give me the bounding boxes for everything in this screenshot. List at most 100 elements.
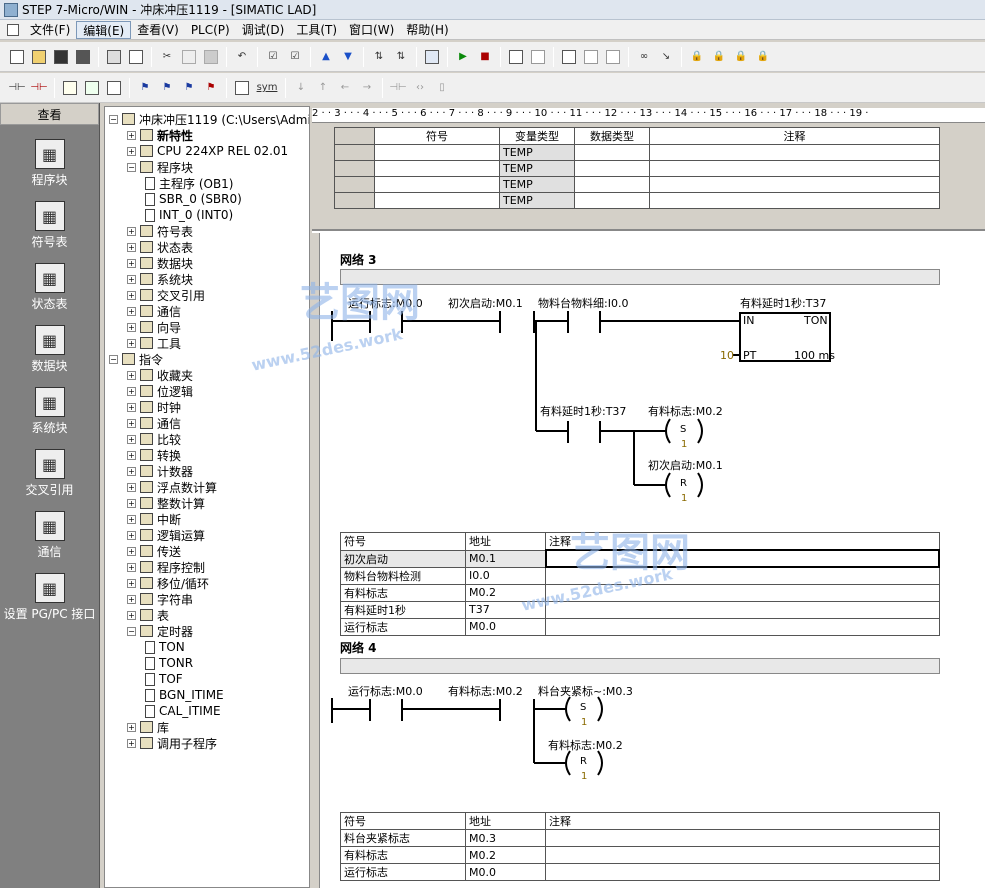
nav-item[interactable]: ▦ 系统块 xyxy=(0,387,99,435)
save-icon[interactable] xyxy=(52,48,70,66)
menu-debug[interactable]: 调试(D) xyxy=(236,21,291,39)
expand-icon[interactable]: − xyxy=(127,162,136,172)
tree-item[interactable]: + 收藏夹 xyxy=(127,367,193,383)
save-all-icon[interactable] xyxy=(74,48,92,66)
copy-icon[interactable] xyxy=(180,48,198,66)
nav-item[interactable]: ▦ 符号表 xyxy=(0,201,99,249)
menu-file[interactable]: 文件(F) xyxy=(24,21,76,39)
expand-icon[interactable]: + xyxy=(127,594,136,604)
contact-label[interactable]: 运行标志:M0.0 xyxy=(348,683,423,699)
comment-cell[interactable] xyxy=(545,863,940,881)
sort-desc-icon[interactable]: ⇅ xyxy=(392,48,410,66)
tree-item[interactable]: BGN_ITIME xyxy=(145,687,224,703)
comment-cell[interactable] xyxy=(545,829,940,847)
expand-icon[interactable]: + xyxy=(127,274,136,284)
expand-icon[interactable]: − xyxy=(109,114,118,124)
table-row[interactable]: 运行标志 M0.0 xyxy=(340,617,940,636)
tree-item[interactable]: + CPU 224XP REL 02.01 xyxy=(127,143,288,159)
expand-icon[interactable]: + xyxy=(127,322,136,332)
expand-icon[interactable]: + xyxy=(127,258,136,268)
comment-cell[interactable] xyxy=(545,846,940,864)
stop-icon[interactable]: ■ xyxy=(476,48,494,66)
toggle-poi-icon[interactable] xyxy=(61,79,79,97)
expand-icon[interactable]: − xyxy=(127,626,136,636)
line-up-icon[interactable]: ↑ xyxy=(314,79,332,97)
expand-icon[interactable]: + xyxy=(127,482,136,492)
table-row[interactable]: 有料延时1秒 T37 xyxy=(340,600,940,619)
network-4-comment-bar[interactable] xyxy=(340,658,940,674)
table-row[interactable]: 有料标志 M0.2 xyxy=(340,846,940,864)
new-icon[interactable] xyxy=(8,48,26,66)
tree-item[interactable]: + 符号表 xyxy=(127,223,193,239)
expand-icon[interactable]: + xyxy=(127,226,136,236)
force-icon[interactable]: ↘ xyxy=(657,48,675,66)
compile-icon[interactable]: ☑ xyxy=(264,48,282,66)
expand-icon[interactable]: + xyxy=(127,130,136,140)
tree-item[interactable]: + 向导 xyxy=(127,319,181,335)
timer-preset[interactable]: 10 xyxy=(720,349,734,362)
insert-network-icon[interactable]: ⊣⊢ xyxy=(8,79,26,97)
expand-icon[interactable]: + xyxy=(127,306,136,316)
tree-item[interactable]: + 比较 xyxy=(127,431,181,447)
expand-icon[interactable]: + xyxy=(127,242,136,252)
tree-item[interactable]: CAL_ITIME xyxy=(145,703,221,719)
comment-cell[interactable] xyxy=(545,617,940,636)
table-row[interactable]: 料台夹紧标志 M0.3 xyxy=(340,829,940,847)
tree-item[interactable]: TON xyxy=(145,639,185,655)
tree-item[interactable]: − 定时器 xyxy=(127,623,193,639)
timer-label[interactable]: 有料延时1秒:T37 xyxy=(740,295,826,311)
sort-asc-icon[interactable]: ⇅ xyxy=(370,48,388,66)
toggle-symbol-icon[interactable] xyxy=(83,79,101,97)
chart-status-icon[interactable] xyxy=(560,48,578,66)
sym-icon[interactable]: sym xyxy=(255,79,279,97)
tree-item[interactable]: + 工具 xyxy=(127,335,181,351)
tree-item[interactable]: + 浮点数计算 xyxy=(127,479,217,495)
upload-icon[interactable]: ▲ xyxy=(317,48,335,66)
tree-item[interactable]: + 新特性 xyxy=(127,127,193,143)
coil-icon[interactable]: ‹› xyxy=(411,79,429,97)
write-all-icon[interactable] xyxy=(604,48,622,66)
tree-item[interactable]: TOF xyxy=(145,671,183,687)
tree-item[interactable]: − 指令 xyxy=(109,351,163,367)
tree-item[interactable]: + 传送 xyxy=(127,543,181,559)
tree-item[interactable]: + 计数器 xyxy=(127,463,193,479)
expand-icon[interactable]: + xyxy=(127,418,136,428)
tree-item[interactable]: + 逻辑运算 xyxy=(127,527,205,543)
expand-icon[interactable]: + xyxy=(127,402,136,412)
unforce-all-icon[interactable]: 🔒 xyxy=(754,48,772,66)
expand-icon[interactable]: + xyxy=(127,530,136,540)
expand-icon[interactable]: + xyxy=(127,450,136,460)
tree-item[interactable]: TONR xyxy=(145,655,193,671)
nav-item[interactable]: ▦ 通信 xyxy=(0,511,99,559)
tree-item[interactable]: + 表 xyxy=(127,607,169,623)
tree-item[interactable]: − 冲床冲压1119 (C:\Users\Adminis xyxy=(109,111,309,127)
table-row[interactable]: 运行标志 M0.0 xyxy=(340,863,940,881)
tree-item[interactable]: + 位逻辑 xyxy=(127,383,193,399)
unlock-icon[interactable]: 🔒 xyxy=(710,48,728,66)
coil-label[interactable]: 有料标志:M0.2 xyxy=(548,737,623,753)
single-read-icon[interactable] xyxy=(582,48,600,66)
contact-label[interactable]: 初次启动:M0.1 xyxy=(448,295,523,311)
print-icon[interactable] xyxy=(105,48,123,66)
tree-item[interactable]: INT_0 (INT0) xyxy=(145,207,233,223)
pause-status-icon[interactable] xyxy=(529,48,547,66)
coil-label[interactable]: 初次启动:M0.1 xyxy=(648,457,723,473)
nav-item[interactable]: ▦ 程序块 xyxy=(0,139,99,187)
tree-item[interactable]: + 通信 xyxy=(127,415,181,431)
tree-item[interactable]: + 库 xyxy=(127,719,169,735)
expand-icon[interactable]: + xyxy=(127,546,136,556)
contact-label[interactable]: 有料延时1秒:T37 xyxy=(540,403,626,419)
menu-window[interactable]: 窗口(W) xyxy=(343,21,400,39)
tree-item[interactable]: + 整数计算 xyxy=(127,495,205,511)
menu-edit[interactable]: 编辑(E) xyxy=(76,20,132,39)
coil-label[interactable]: 料台夹紧标~:M0.3 xyxy=(538,683,633,699)
tree-item[interactable]: + 字符串 xyxy=(127,591,193,607)
expand-icon[interactable]: + xyxy=(127,370,136,380)
tree-item[interactable]: + 交叉引用 xyxy=(127,287,205,303)
symbol-table-toggle-icon[interactable] xyxy=(105,79,123,97)
tree-item[interactable]: + 通信 xyxy=(127,303,181,319)
tree-item[interactable]: + 移位/循环 xyxy=(127,575,209,591)
tree-item[interactable]: + 状态表 xyxy=(127,239,193,255)
tree-item[interactable]: + 时钟 xyxy=(127,399,181,415)
comment-cell[interactable] xyxy=(545,600,940,619)
